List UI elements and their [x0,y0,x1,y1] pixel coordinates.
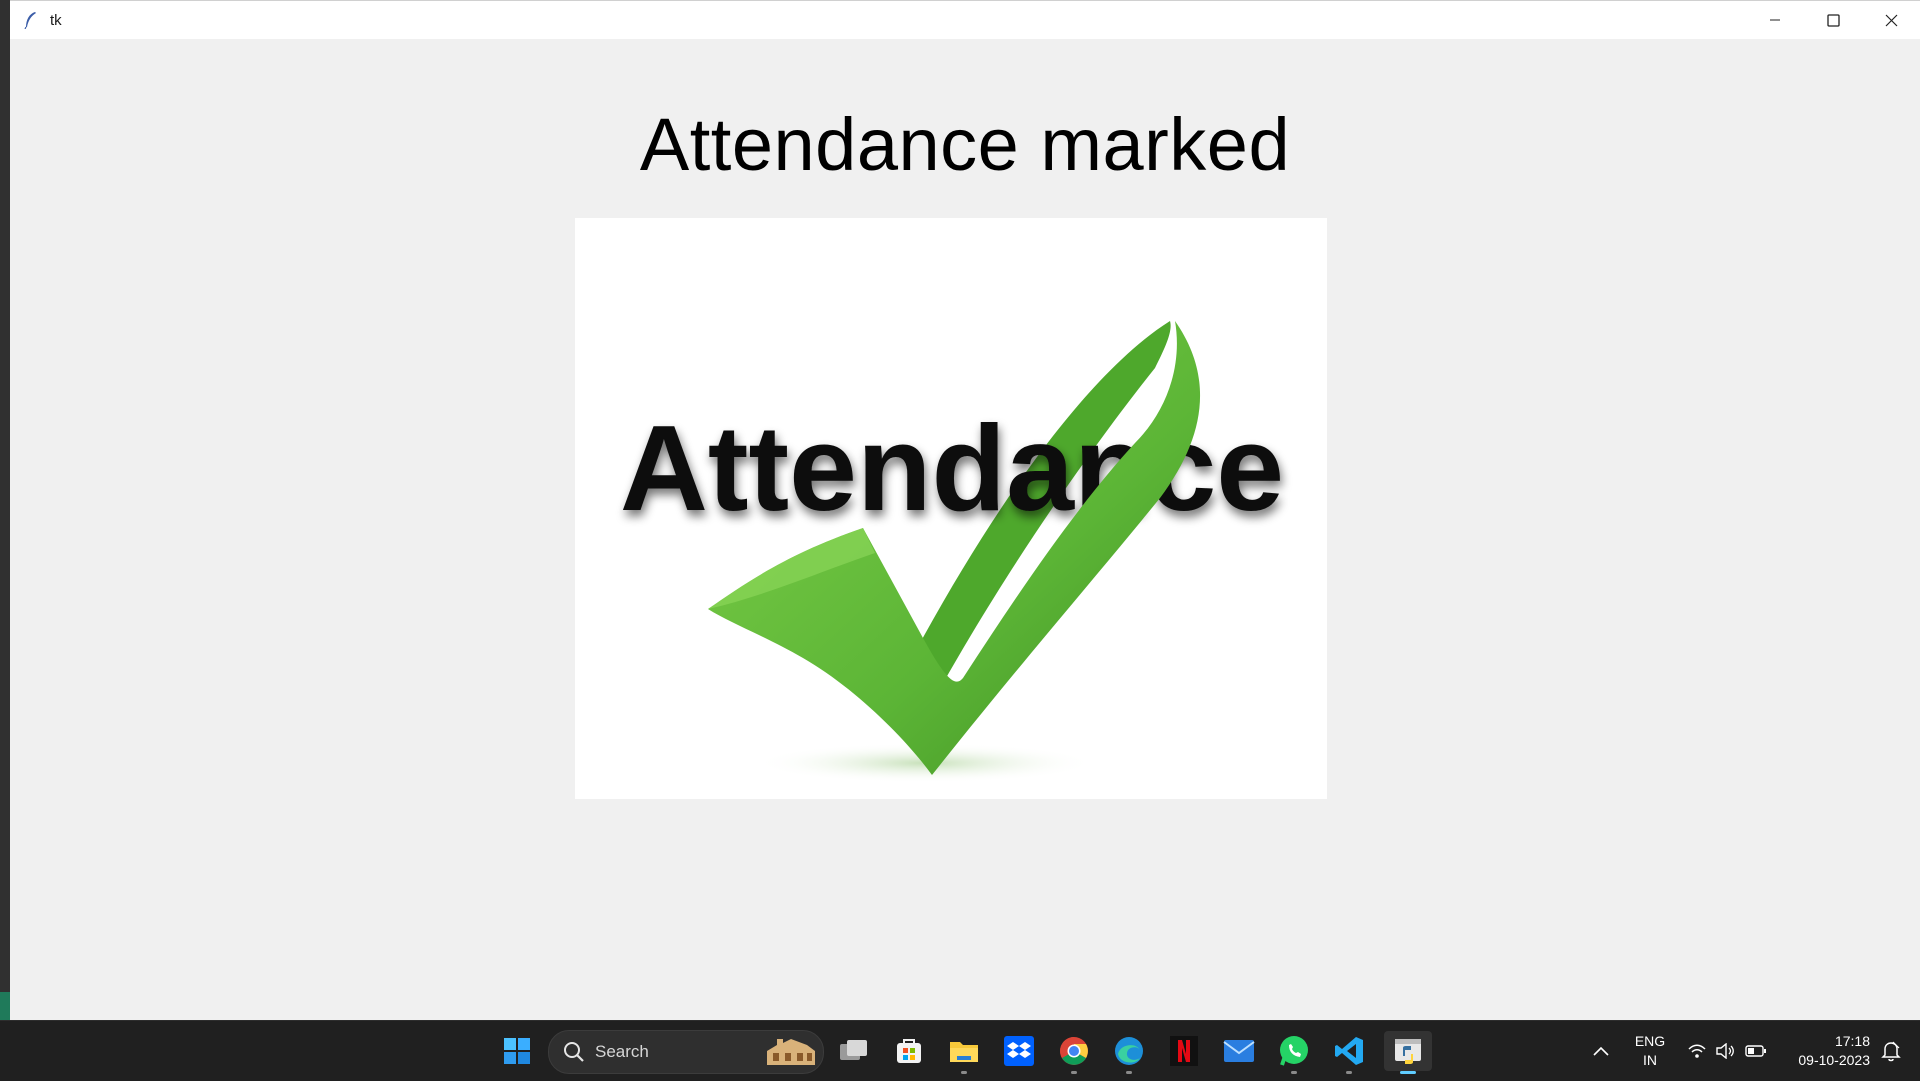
python-tk-button[interactable] [1384,1031,1432,1074]
attendance-checkmark-image: Attendance [575,218,1327,799]
volume-button[interactable] [1711,1031,1741,1071]
mail-icon [1223,1040,1255,1062]
start-icon [504,1038,530,1064]
network-button[interactable] [1682,1031,1712,1071]
volume-icon [1716,1043,1734,1059]
taskbar-search[interactable]: Search [548,1030,824,1074]
netflix-icon [1170,1036,1198,1066]
notification-bell-icon [1881,1041,1901,1062]
running-indicator [1346,1071,1352,1074]
running-indicator [961,1071,967,1074]
clock[interactable]: 17:18 09-10-2023 [1780,1032,1870,1070]
tk-feather-icon [24,12,36,29]
mail-button[interactable] [1219,1031,1259,1071]
title-bar[interactable]: tk [10,1,1920,39]
minimize-icon [1770,19,1780,21]
task-view-button[interactable] [834,1031,874,1071]
close-button[interactable] [1862,1,1920,39]
wifi-icon [1688,1044,1706,1058]
vscode-icon [1335,1037,1363,1065]
file-explorer-icon [950,1042,978,1062]
clock-time: 17:18 [1834,1033,1870,1049]
battery-icon [1745,1045,1766,1057]
running-indicator [1126,1071,1132,1074]
task-view-icon [840,1040,867,1060]
region-code: IN [1643,1052,1657,1068]
dropbox-button[interactable] [999,1031,1039,1071]
chevron-up-icon [1593,1046,1609,1056]
running-indicator [1291,1071,1297,1074]
close-icon [1885,14,1897,26]
search-highlight-illustration-icon [767,1039,815,1065]
active-indicator [1400,1071,1416,1074]
battery-button[interactable] [1741,1031,1771,1071]
running-indicator [1071,1071,1077,1074]
status-heading: Attendance marked [639,103,1291,186]
checkmark-illustration: Attendance [620,321,1284,783]
chrome-icon [1060,1037,1088,1065]
whatsapp-icon [1280,1036,1308,1066]
python-icon [1395,1039,1421,1064]
show-hidden-icons-button[interactable] [1581,1031,1621,1071]
app-window: tk Attendance marked Attendance [10,0,1920,1021]
window-content: Attendance marked Attendance [10,39,1920,1021]
search-icon [564,1042,584,1062]
minimize-button[interactable] [1746,1,1804,39]
netflix-button[interactable] [1164,1031,1204,1071]
edge-icon [1115,1037,1143,1065]
microsoft-store-icon [897,1039,921,1063]
file-explorer-button[interactable] [944,1031,984,1074]
vscode-button[interactable] [1329,1031,1369,1074]
microsoft-store-button[interactable] [889,1031,929,1071]
edge-button[interactable] [1109,1031,1149,1074]
chrome-button[interactable] [1054,1031,1094,1074]
whatsapp-button[interactable] [1274,1031,1314,1074]
language-indicator[interactable]: ENG IN [1625,1032,1675,1070]
search-placeholder: Search [595,1042,649,1061]
start-button[interactable] [497,1031,537,1071]
maximize-button[interactable] [1804,1,1862,39]
clock-date: 09-10-2023 [1798,1052,1870,1068]
window-controls [1746,1,1920,39]
language-code: ENG [1634,1033,1666,1049]
desktop-wallpaper-strip [0,992,10,1020]
desktop-background [0,0,10,1020]
maximize-icon [1826,13,1840,27]
dropbox-icon [1004,1036,1034,1066]
taskbar: Search ENG IN 17:18 09-10-2023 [0,1020,1920,1081]
window-title: tk [50,11,62,29]
notifications-button[interactable] [1876,1031,1906,1071]
